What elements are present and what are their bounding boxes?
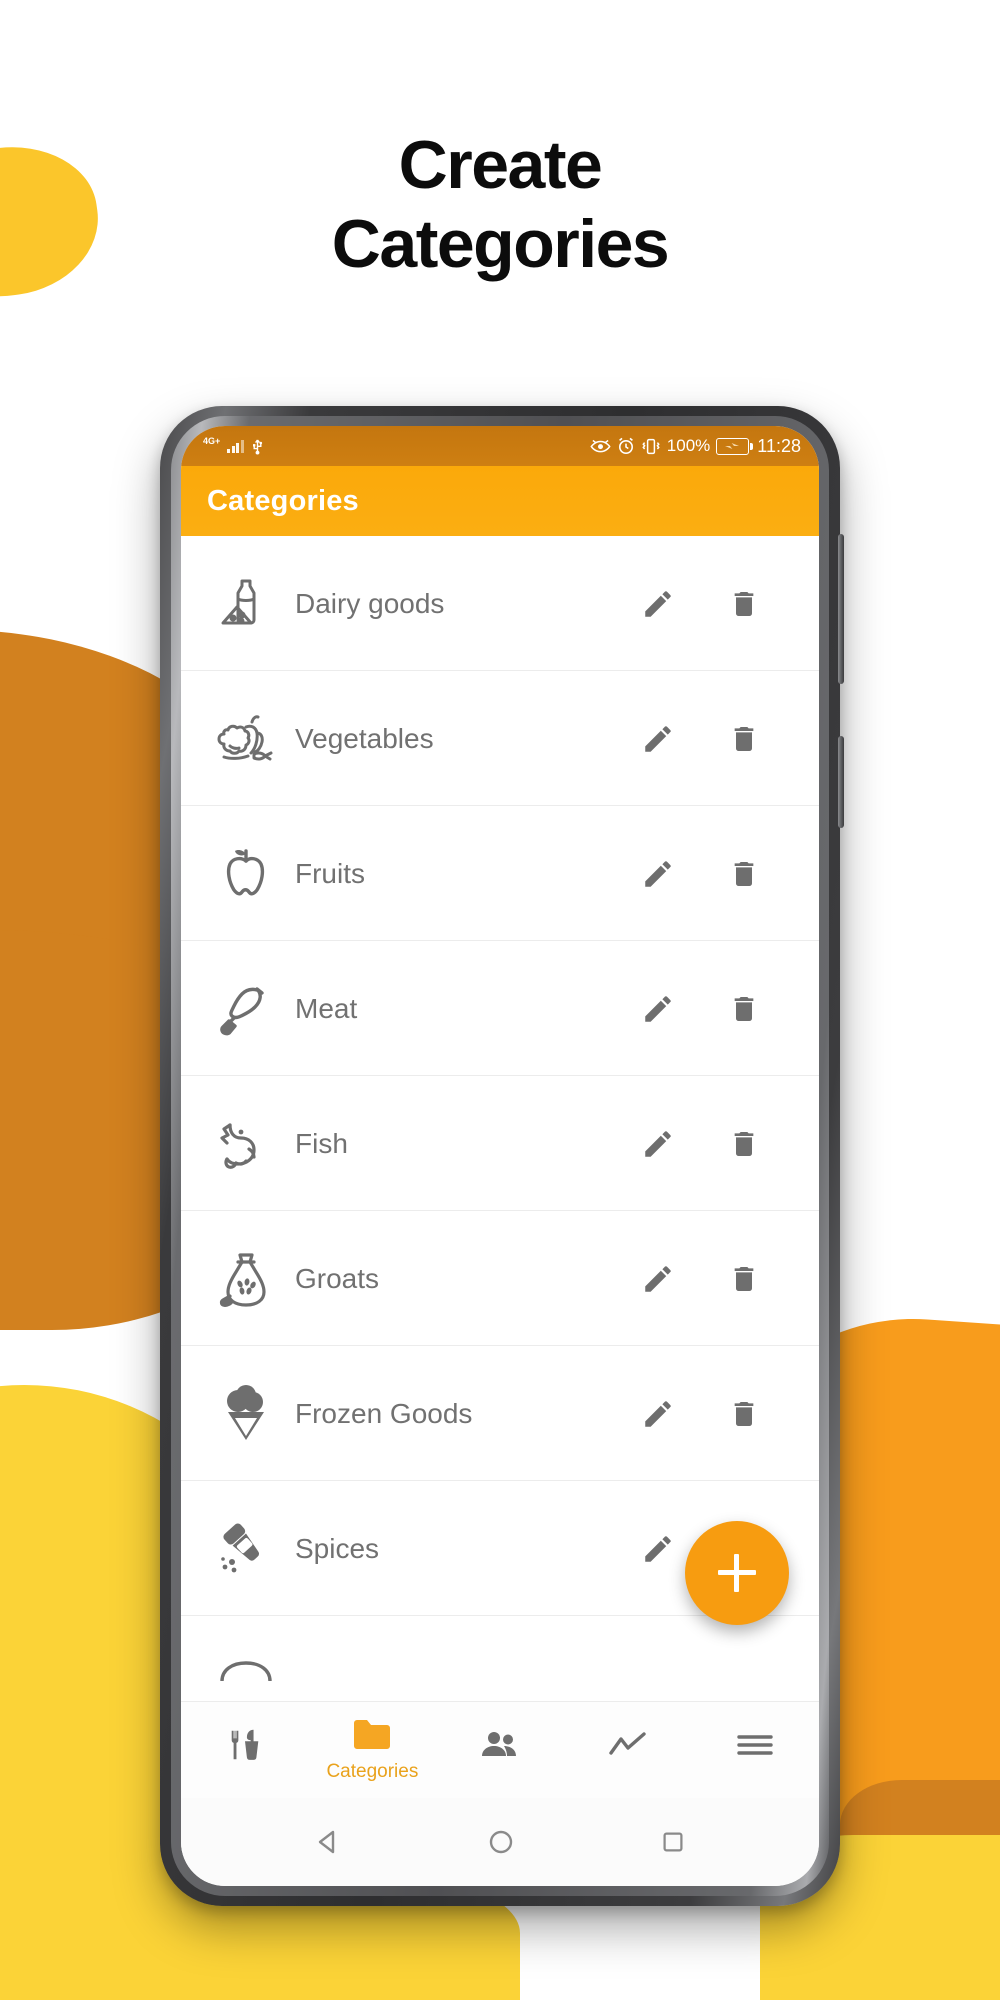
network-type-label: 4G+ bbox=[203, 436, 221, 446]
edit-icon[interactable] bbox=[615, 857, 701, 891]
table-row[interactable]: Fruits bbox=[181, 806, 819, 941]
table-row[interactable]: Vegetables bbox=[181, 671, 819, 806]
apple-icon bbox=[207, 845, 285, 903]
usb-icon bbox=[251, 437, 264, 455]
category-list[interactable]: Dairy goods Vegetables Fruits Meat Fish … bbox=[181, 536, 819, 1701]
delete-icon[interactable] bbox=[701, 1398, 787, 1430]
home-circle-icon[interactable] bbox=[486, 1827, 516, 1857]
ice-cream-icon bbox=[207, 1384, 285, 1443]
salt-shaker-icon bbox=[207, 1521, 285, 1577]
nav-item-people[interactable] bbox=[436, 1730, 564, 1770]
hamburger-menu-icon bbox=[736, 1732, 774, 1763]
back-triangle-icon[interactable] bbox=[313, 1827, 343, 1857]
status-bar: 4G+ 100% 11:28 bbox=[181, 426, 819, 466]
status-bar-right: 100% 11:28 bbox=[590, 436, 801, 457]
fork-and-cup-icon bbox=[226, 1726, 264, 1769]
eye-comfort-icon bbox=[590, 439, 611, 454]
nav-item-label: Categories bbox=[326, 1761, 419, 1782]
table-row-label: Dairy goods bbox=[295, 587, 445, 619]
table-row[interactable]: Fish bbox=[181, 1076, 819, 1211]
delete-icon[interactable] bbox=[701, 723, 787, 755]
vegetables-icon bbox=[207, 710, 285, 768]
add-category-fab[interactable] bbox=[685, 1521, 789, 1625]
table-row[interactable]: Groats bbox=[181, 1211, 819, 1346]
edit-icon[interactable] bbox=[615, 587, 701, 621]
table-row-label: Spices bbox=[295, 1532, 380, 1564]
nav-item-categories[interactable]: Categories bbox=[309, 1717, 437, 1783]
app-bar: Categories bbox=[181, 466, 819, 536]
people-icon bbox=[480, 1730, 520, 1765]
table-row[interactable]: Frozen Goods bbox=[181, 1346, 819, 1481]
signal-bars-icon bbox=[227, 439, 244, 453]
recents-square-icon[interactable] bbox=[659, 1828, 687, 1856]
delete-icon[interactable] bbox=[701, 993, 787, 1025]
edit-icon[interactable] bbox=[615, 1262, 701, 1296]
table-row-label: Fruits bbox=[295, 857, 365, 889]
nav-item-products[interactable] bbox=[181, 1726, 309, 1774]
table-row-partial[interactable] bbox=[181, 1616, 819, 1701]
table-row-label: Vegetables bbox=[295, 722, 434, 754]
table-row-label: Groats bbox=[295, 1262, 380, 1294]
battery-percent-label: 100% bbox=[666, 436, 711, 455]
trend-line-icon bbox=[608, 1731, 648, 1764]
table-row-label: Frozen Goods bbox=[295, 1397, 473, 1429]
fish-icon bbox=[207, 1115, 285, 1173]
app-bar-title: Categories bbox=[207, 484, 359, 517]
edit-icon[interactable] bbox=[615, 1397, 701, 1431]
android-navigation-bar[interactable] bbox=[181, 1798, 819, 1886]
alarm-clock-icon bbox=[617, 437, 635, 455]
vibrate-icon bbox=[641, 438, 661, 455]
clock-label: 11:28 bbox=[757, 435, 801, 456]
table-row[interactable]: Dairy goods bbox=[181, 536, 819, 671]
delete-icon[interactable] bbox=[701, 858, 787, 890]
delete-icon[interactable] bbox=[701, 1128, 787, 1160]
phone-mockup: 4G+ 100% 11:28 Categories Dairy goods Ve… bbox=[160, 406, 844, 1906]
dairy-icon bbox=[207, 575, 285, 633]
page-title: Create Categories bbox=[0, 126, 1000, 284]
bottom-navigation[interactable]: Categories bbox=[181, 1701, 819, 1798]
folder-icon bbox=[352, 1717, 392, 1756]
table-row[interactable]: Meat bbox=[181, 941, 819, 1076]
battery-charging-icon bbox=[716, 437, 754, 455]
edit-icon[interactable] bbox=[615, 992, 701, 1026]
status-bar-left: 4G+ bbox=[203, 436, 264, 455]
edit-icon[interactable] bbox=[615, 722, 701, 756]
page-title-line2: Categories bbox=[331, 205, 670, 282]
edit-icon[interactable] bbox=[615, 1127, 701, 1161]
table-row-label: Meat bbox=[295, 992, 358, 1024]
page-title-line1: Create bbox=[398, 127, 603, 203]
volume-button[interactable] bbox=[838, 534, 844, 684]
plus-icon bbox=[718, 1554, 756, 1592]
table-row-label: Fish bbox=[295, 1127, 348, 1159]
delete-icon[interactable] bbox=[701, 588, 787, 620]
drumstick-icon bbox=[207, 981, 285, 1037]
nav-item-menu[interactable] bbox=[691, 1732, 819, 1768]
nav-item-statistics[interactable] bbox=[564, 1731, 692, 1769]
phone-screen: 4G+ 100% 11:28 Categories Dairy goods Ve… bbox=[181, 426, 819, 1886]
bread-icon bbox=[207, 1655, 285, 1702]
grain-sack-icon bbox=[207, 1250, 285, 1308]
delete-icon[interactable] bbox=[701, 1263, 787, 1295]
power-button[interactable] bbox=[838, 736, 844, 828]
